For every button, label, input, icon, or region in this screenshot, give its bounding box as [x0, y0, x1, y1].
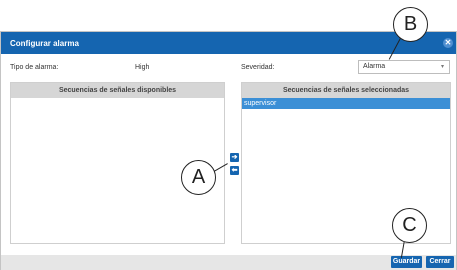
dialog-footer: Guardar Cerrar	[1, 255, 456, 270]
selected-sequences-header: Secuencias de señales seleccionadas	[242, 83, 450, 98]
tipo-alarma-value: High	[135, 64, 150, 71]
callout-a: A	[181, 160, 216, 195]
cancel-button[interactable]: Cerrar	[426, 256, 454, 268]
save-button[interactable]: Guardar	[391, 256, 422, 268]
callout-c: C	[392, 208, 427, 243]
list-item[interactable]: supervisor	[242, 98, 450, 109]
close-icon[interactable]: ✕	[443, 38, 453, 48]
available-sequences-header: Secuencias de señales disponibles	[11, 83, 224, 98]
dialog-titlebar: Configurar alarma ✕	[1, 32, 456, 54]
tipo-alarma-label: Tipo de alarma:	[10, 64, 59, 71]
chevron-down-icon: ▾	[440, 64, 444, 70]
dialog-title: Configurar alarma	[10, 38, 79, 48]
configurar-alarma-dialog: Configurar alarma ✕ Tipo de alarma: High…	[0, 31, 457, 270]
severidad-select[interactable]: Alarma ▾	[358, 60, 450, 74]
severidad-selected-value: Alarma	[363, 63, 386, 70]
callout-b: B	[393, 7, 428, 42]
severidad-label: Severidad:	[241, 64, 275, 71]
arrow-right-icon[interactable]: ➔	[230, 153, 239, 162]
arrow-left-icon[interactable]: ⬅	[230, 166, 239, 175]
